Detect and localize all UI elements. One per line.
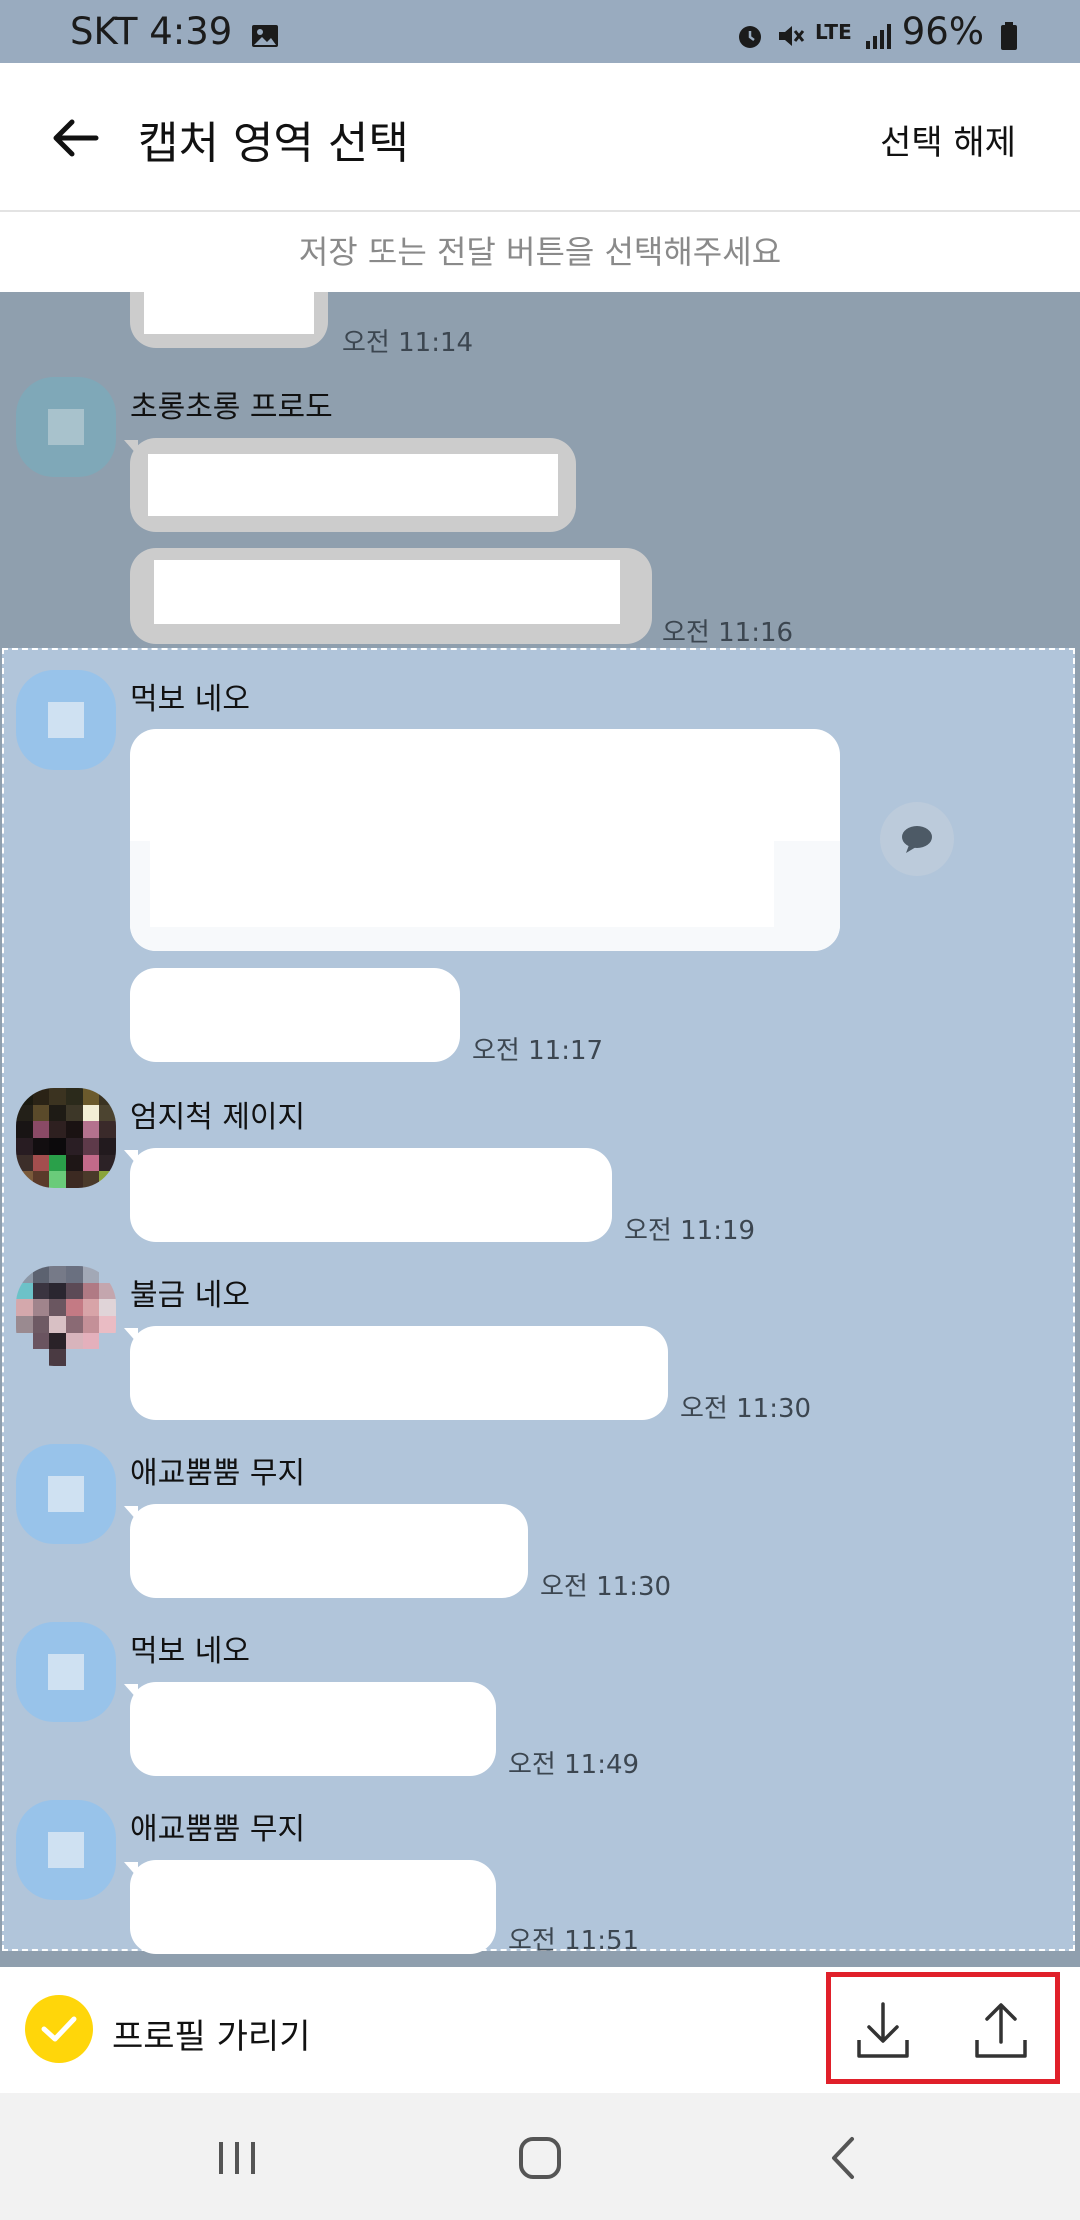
chevron-left-icon <box>832 2137 854 2179</box>
back-nav-button[interactable] <box>808 2123 878 2193</box>
message-bubble[interactable] <box>130 438 576 532</box>
message-bubble[interactable] <box>130 1860 496 1954</box>
message-time: 오전 11:14 <box>342 328 474 358</box>
message-bubble[interactable] <box>130 968 460 1062</box>
message-time: 오전 11:49 <box>508 1750 640 1780</box>
home-icon <box>519 2137 561 2179</box>
avatar[interactable] <box>16 1622 116 1722</box>
message-time: 오전 11:17 <box>472 1036 604 1066</box>
sender-name: 먹보 네오 <box>130 1634 250 1669</box>
deselect-button[interactable]: 선택 해제 <box>880 115 1016 164</box>
avatar[interactable] <box>16 1800 116 1900</box>
carrier-time: SKT 4:39 <box>70 10 233 53</box>
message-bubble[interactable] <box>130 548 652 644</box>
hide-profile-label[interactable]: 프로필 가리기 <box>112 2009 311 2058</box>
share-button[interactable] <box>961 1990 1041 2070</box>
alarm-icon <box>735 17 765 48</box>
battery-icon <box>994 17 1024 50</box>
chat-area[interactable]: 오전 11:14 초롱초롱 프로도 오전 11:16 먹보 네오 오전 11:1… <box>0 292 1080 1957</box>
back-arrow-icon <box>53 119 99 157</box>
sender-name: 애교뿜뿜 무지 <box>130 1456 306 1491</box>
message-bubble[interactable] <box>130 729 840 951</box>
recent-apps-button[interactable] <box>202 2123 272 2193</box>
sender-name: 엄지척 제이지 <box>130 1100 306 1135</box>
avatar[interactable] <box>16 670 116 770</box>
upload-icon <box>975 2003 1027 2058</box>
speech-bubble-icon <box>902 826 932 853</box>
reply-button[interactable] <box>880 802 954 876</box>
instruction-text: 저장 또는 전달 버튼을 선택해주세요 <box>0 212 1080 292</box>
recent-apps-icon <box>219 2142 255 2174</box>
message-time: 오전 11:30 <box>540 1572 672 1602</box>
download-icon <box>857 2002 909 2058</box>
message-time: 오전 11:19 <box>624 1216 756 1246</box>
message-time: 오전 11:30 <box>680 1394 812 1424</box>
sender-name: 애교뿜뿜 무지 <box>130 1812 306 1847</box>
message-bubble[interactable] <box>130 1504 528 1598</box>
message-bubble[interactable] <box>130 292 328 348</box>
page-title: 캡처 영역 선택 <box>138 118 409 169</box>
signal-icon <box>862 17 892 49</box>
sender-name: 먹보 네오 <box>130 682 250 717</box>
status-bar: SKT 4:39 LTE 96% <box>0 0 1080 63</box>
message-bubble[interactable] <box>130 1326 668 1420</box>
message-time: 오전 11:51 <box>508 1926 640 1956</box>
avatar[interactable] <box>16 1088 116 1188</box>
avatar[interactable] <box>16 1266 116 1366</box>
avatar[interactable] <box>16 377 116 477</box>
sender-name: 초롱초롱 프로도 <box>130 390 333 425</box>
image-icon <box>250 17 280 47</box>
network-label: LTE <box>815 19 852 44</box>
system-nav-bar <box>0 2093 1080 2220</box>
back-button[interactable] <box>40 103 110 173</box>
app-bar: 캡처 영역 선택 선택 해제 <box>0 63 1080 212</box>
message-time: 오전 11:16 <box>662 618 794 648</box>
message-bubble[interactable] <box>130 1682 496 1776</box>
battery-text: 96% <box>901 10 984 53</box>
save-button[interactable] <box>843 1990 923 2070</box>
message-bubble[interactable] <box>130 1148 612 1242</box>
home-button[interactable] <box>505 2123 575 2193</box>
hide-profile-toggle[interactable] <box>25 1995 93 2063</box>
check-icon <box>41 2016 77 2042</box>
sender-name: 불금 네오 <box>130 1278 250 1313</box>
mute-icon <box>775 17 805 47</box>
avatar[interactable] <box>16 1444 116 1544</box>
